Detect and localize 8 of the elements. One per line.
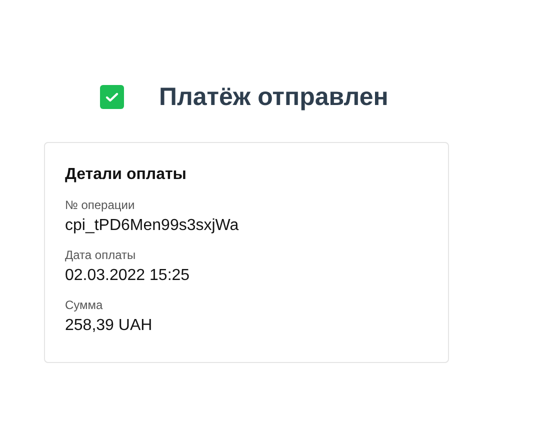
field-value: cpi_tPD6Men99s3sxjWa [65, 216, 240, 236]
field-value: 02.03.2022 15:25 [65, 266, 191, 286]
page-title: Платёж отправлен [159, 84, 388, 110]
field-label: Сумма [65, 297, 104, 313]
field-value: 258,39 UAH [65, 316, 154, 336]
field-label: Дата оплаты [65, 247, 137, 263]
card-title: Детали оплаты [65, 165, 188, 185]
field-label: № операции [65, 197, 136, 213]
